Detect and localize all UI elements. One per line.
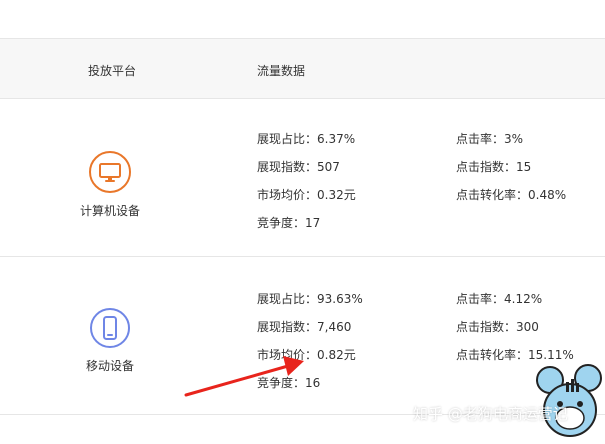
- header-platform: 投放平台: [88, 64, 137, 78]
- mobile-phone-icon: [90, 308, 130, 348]
- zhihu-watermark: 知乎 @老狗电商运营记: [413, 405, 568, 423]
- metric-click-conversion: 点击转化率：15.11%: [456, 348, 574, 362]
- metric-impression-share: 展现占比：93.63%: [257, 292, 363, 306]
- platform-label: 移动设备: [85, 359, 134, 373]
- metric-impression-index: 展现指数：507: [257, 160, 340, 174]
- table-row-computer: 计算机设备: [0, 99, 605, 257]
- metric-impression-share: 展现占比：6.37%: [257, 132, 356, 146]
- metric-competition: 竞争度：16: [257, 376, 321, 390]
- metric-impression-index: 展现指数：7,460: [257, 320, 352, 334]
- metric-click-rate: 点击率：3%: [456, 132, 524, 146]
- header-traffic-data: 流量数据: [257, 64, 306, 78]
- platform-label: 计算机设备: [79, 204, 140, 218]
- metric-click-index: 点击指数：300: [456, 320, 539, 334]
- metric-market-avg-price: 市场均价：0.32元: [257, 188, 356, 202]
- metric-market-avg-price: 市场均价：0.82元: [257, 348, 356, 362]
- metric-click-rate: 点击率：4.12%: [456, 292, 543, 306]
- top-blank-area: [0, 0, 605, 38]
- metric-click-index: 点击指数：15: [456, 160, 532, 174]
- table-row-mobile: 移动设备: [0, 257, 605, 415]
- platform-computer: 计算机设备: [40, 151, 180, 219]
- metric-competition: 竞争度：17: [257, 216, 321, 230]
- metric-click-conversion: 点击转化率：0.48%: [456, 188, 567, 202]
- table-header: 投放平台 流量数据: [0, 38, 605, 99]
- desktop-monitor-icon: [89, 151, 131, 193]
- platform-mobile: 移动设备: [40, 308, 180, 374]
